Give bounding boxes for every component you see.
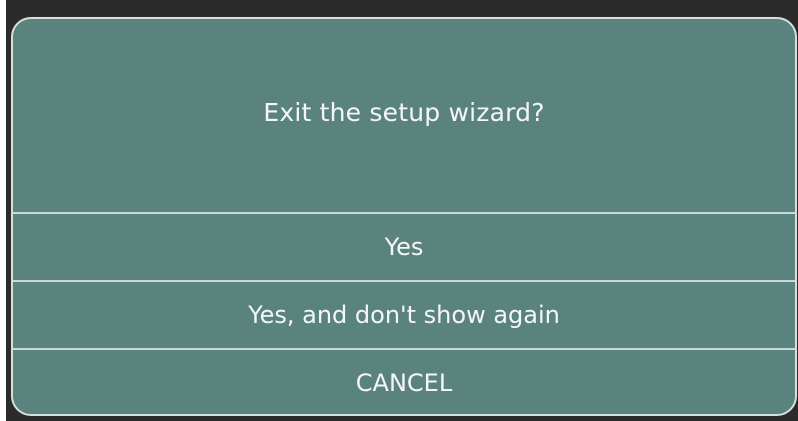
- dialog-message: Exit the setup wizard?: [263, 98, 545, 127]
- yes-dont-show-again-button[interactable]: Yes, and don't show again: [13, 280, 795, 348]
- cancel-button[interactable]: CANCEL: [13, 348, 795, 414]
- yes-button[interactable]: Yes: [13, 212, 795, 280]
- exit-wizard-dialog: Exit the setup wizard? Yes Yes, and don'…: [11, 17, 797, 416]
